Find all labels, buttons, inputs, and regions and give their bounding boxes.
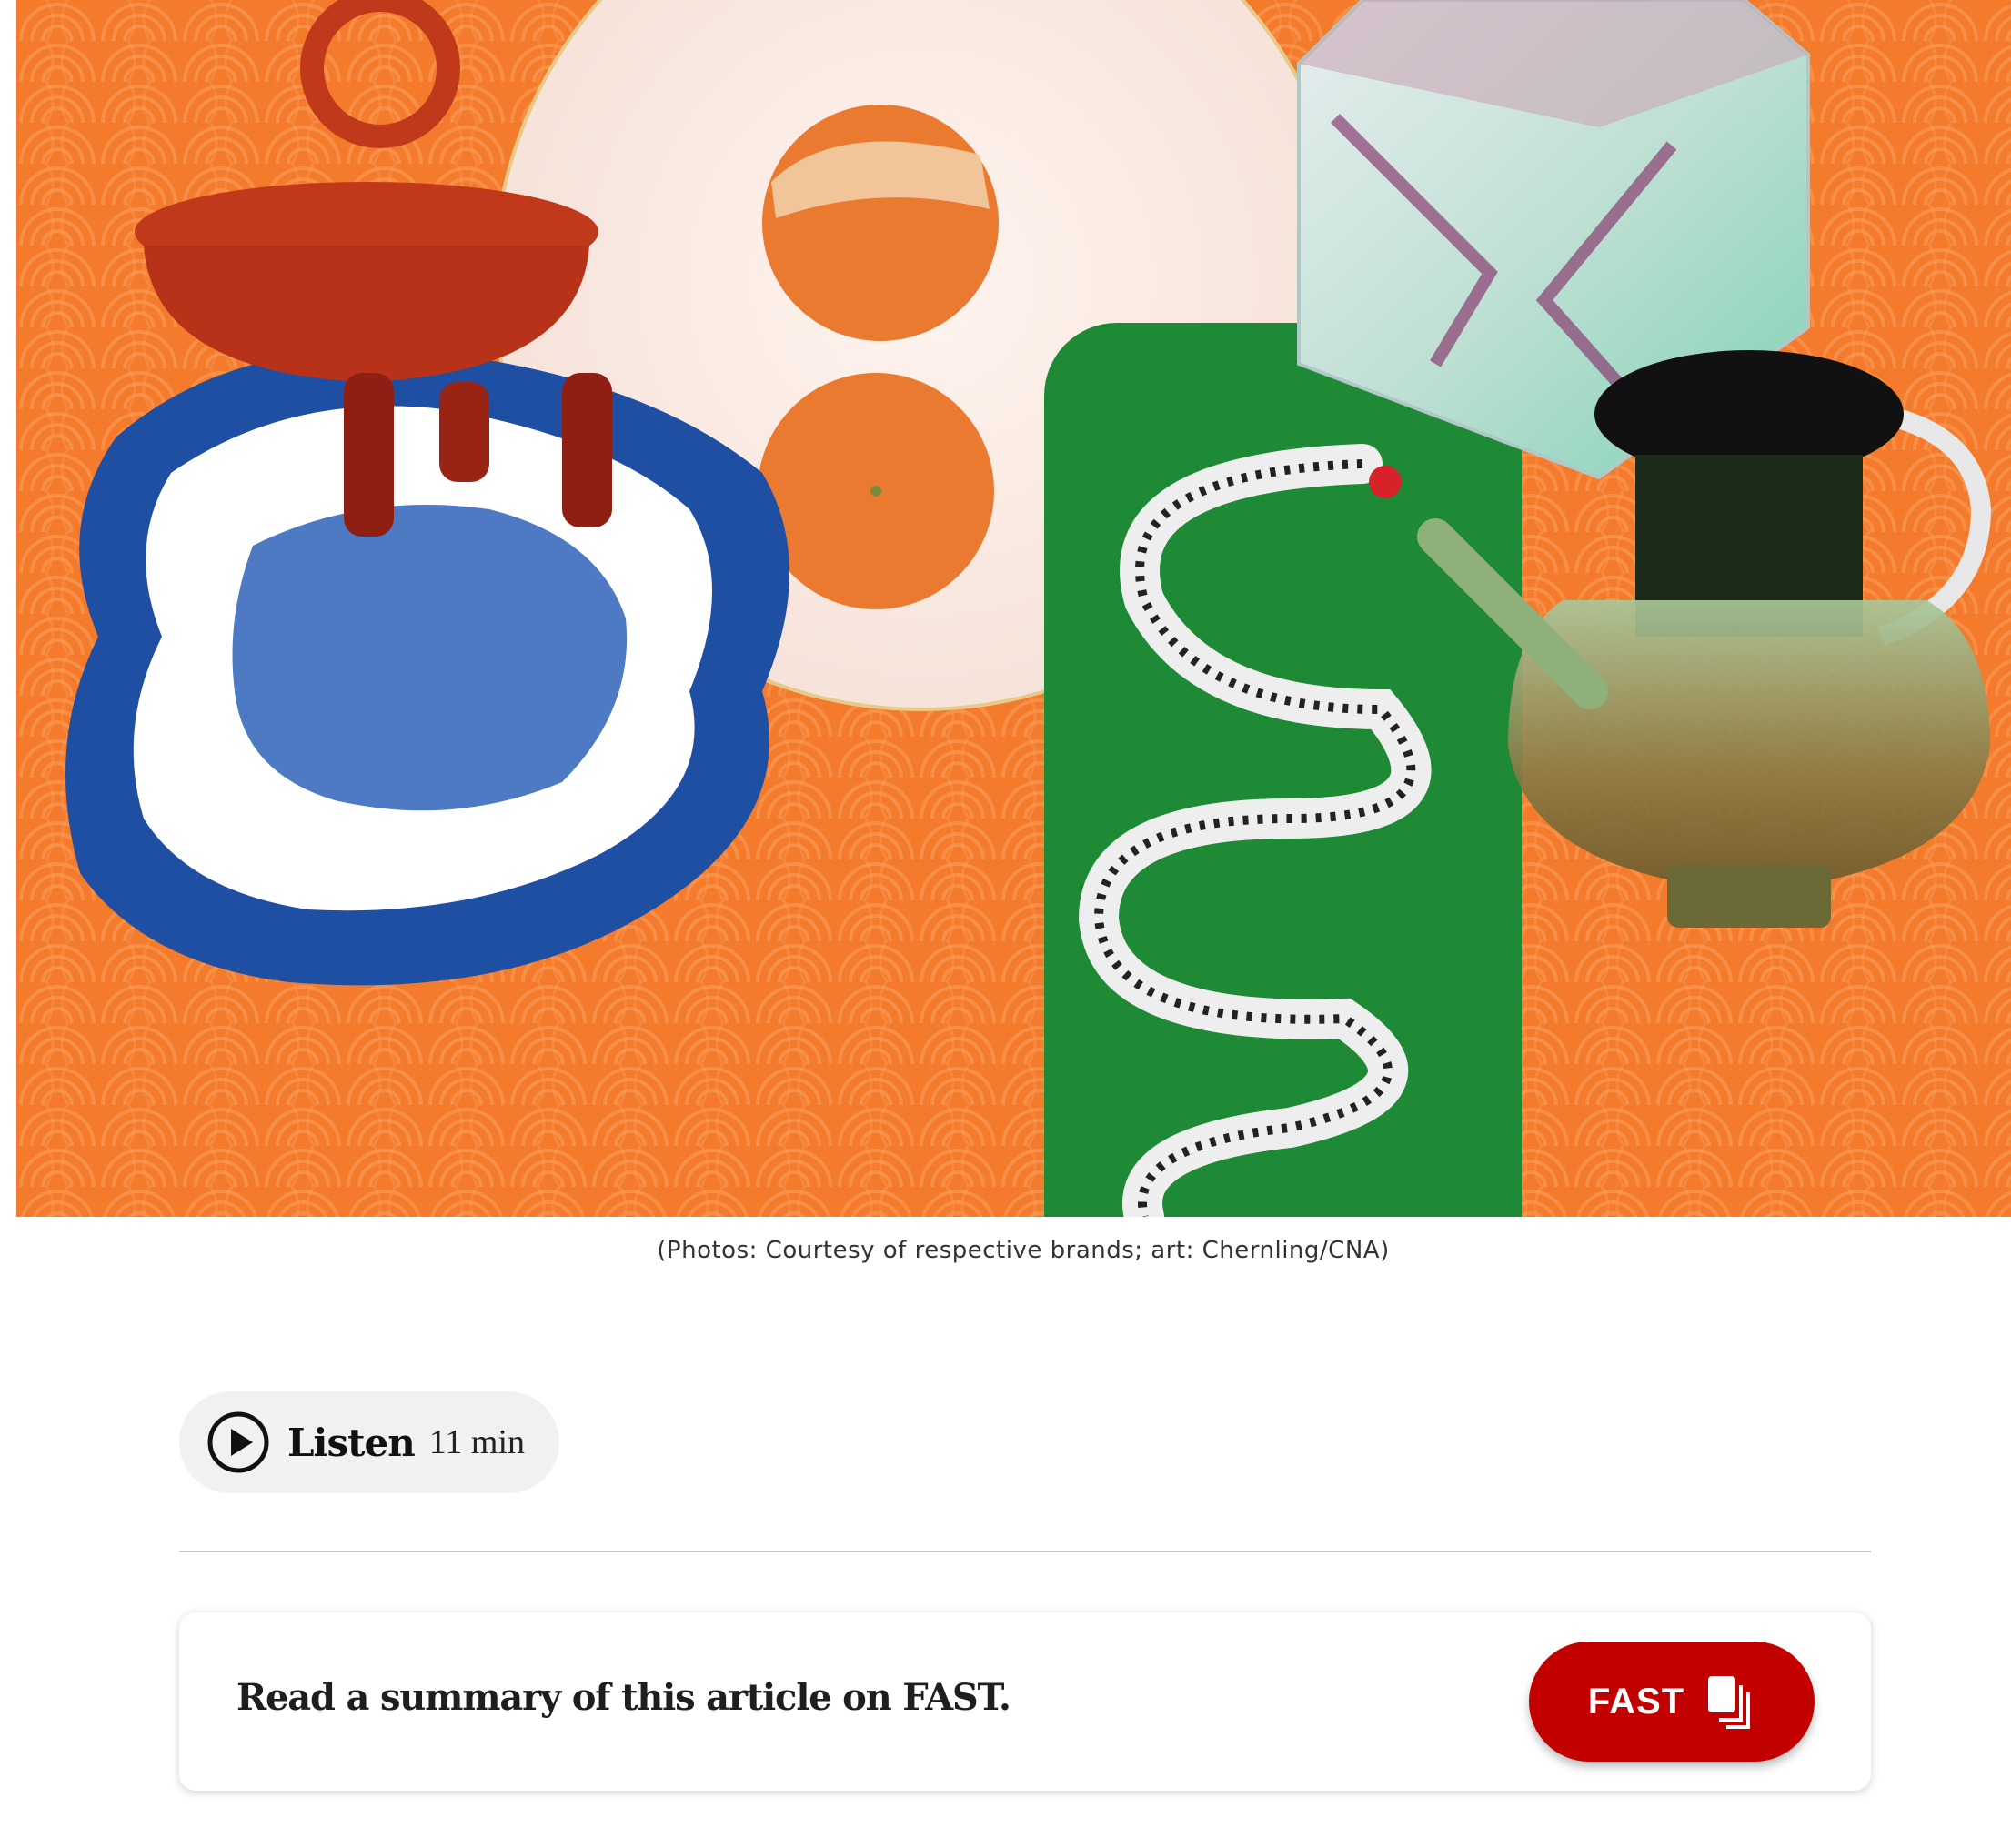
- summary-card: Read a summary of this article on FAST. …: [179, 1612, 1871, 1791]
- listen-duration: 11 min: [428, 1423, 526, 1461]
- fast-pages-icon: [1708, 1676, 1751, 1729]
- listen-button[interactable]: Listen 11 min: [179, 1391, 559, 1493]
- play-icon: [207, 1411, 269, 1473]
- listen-label: Listen: [287, 1420, 416, 1465]
- summary-text: Read a summary of this article on FAST.: [236, 1676, 1011, 1719]
- fast-button-label: FAST: [1587, 1681, 1685, 1722]
- divider: [179, 1551, 1871, 1552]
- fast-button[interactable]: FAST: [1529, 1642, 1815, 1762]
- hero-image: [16, 0, 2011, 1217]
- image-caption: (Photos: Courtesy of respective brands; …: [657, 1237, 1390, 1264]
